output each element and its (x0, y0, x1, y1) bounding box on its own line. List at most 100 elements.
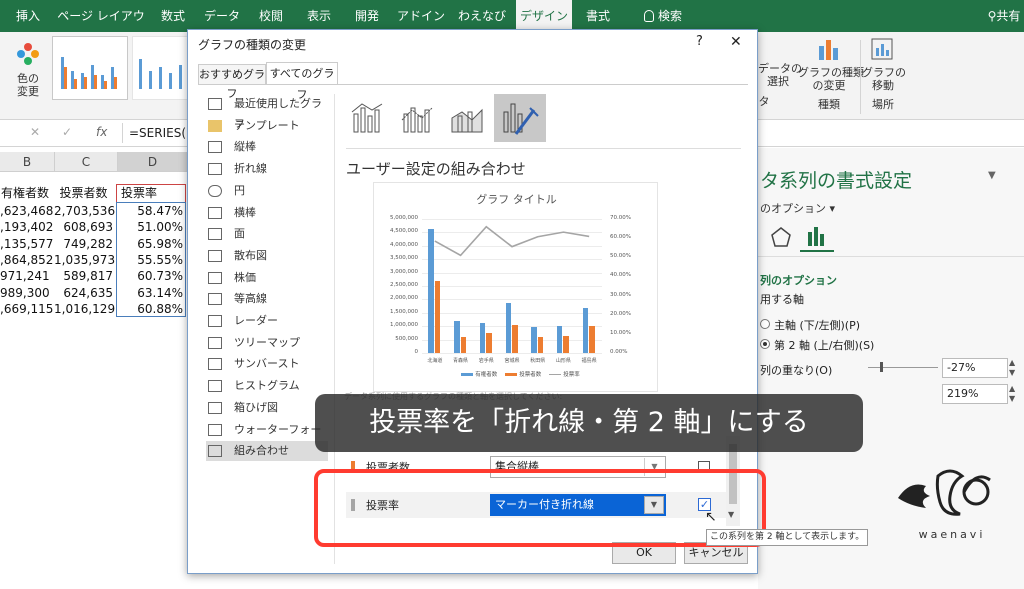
tab-waenavi[interactable]: わえなび (454, 0, 510, 32)
combo-subtype-1-icon[interactable] (348, 100, 388, 136)
pane-menu-chevron-icon[interactable]: ▼ (988, 170, 996, 181)
header-cell[interactable]: 投票者数 (54, 185, 116, 202)
sidebar-item-treemap[interactable]: ツリーマップ (206, 333, 328, 353)
table-cell[interactable]: ,623,468 (0, 203, 53, 220)
sidebar-item-column-chart[interactable]: 縦棒 (206, 137, 328, 157)
scatter-chart-icon (208, 249, 222, 262)
table-cell[interactable]: 589,817 (54, 268, 116, 285)
gap-spinner[interactable]: ▲ ▼ (1009, 384, 1015, 404)
sidebar-item-folder[interactable]: テンプレート (206, 116, 328, 136)
chart-style-thumb-1[interactable] (52, 36, 128, 100)
enter-icon[interactable]: ✓ (62, 125, 72, 139)
chart-style-thumb-2[interactable] (132, 36, 188, 100)
tab-developer[interactable]: 開発 (346, 0, 388, 32)
sidebar-item-undo[interactable]: 最近使用したグラフ (206, 94, 328, 130)
gap-width-input[interactable]: 219% (942, 384, 1008, 404)
sidebar-item-histogram[interactable]: ヒストグラム (206, 376, 328, 396)
tab-underline (198, 84, 748, 85)
share-button[interactable]: ⚲共有 (984, 0, 1024, 32)
header-cell[interactable]: 投票率 (118, 185, 186, 202)
help-button[interactable]: ? (696, 34, 703, 49)
primary-axis-label[interactable]: 主軸 (下/左側)(P) (774, 317, 860, 333)
sidebar-item-line-chart[interactable]: 折れ線 (206, 159, 328, 179)
bar-chart-icon[interactable] (806, 224, 828, 248)
table-cell[interactable]: ,193,402 (0, 219, 53, 236)
table-cell[interactable]: 2,703,536 (54, 203, 116, 220)
series-options-dropdown[interactable]: のオプション ▾ (760, 200, 835, 216)
table-cell[interactable]: ,864,852 (0, 252, 53, 269)
table-cell[interactable]: 51.00% (118, 219, 186, 236)
combo-subtype-2-icon[interactable] (398, 100, 438, 136)
move-chart-button[interactable]: グラフの 移動 (862, 34, 906, 98)
table-cell[interactable]: ,669,115 (0, 301, 53, 318)
sidebar-item-surface-chart[interactable]: 等高線 (206, 289, 328, 309)
overlap-slider[interactable] (868, 367, 938, 368)
table-cell[interactable]: 55.55% (118, 252, 186, 269)
sidebar-item-label: レーダー (234, 314, 278, 327)
tab-data[interactable]: データ (200, 0, 244, 32)
table-cell[interactable]: 989,300 (0, 285, 52, 302)
tab-page-layout[interactable]: ページ レイアウト (56, 0, 146, 55)
primary-axis-radio[interactable] (760, 319, 770, 329)
secondary-axis-radio[interactable] (760, 339, 770, 349)
header-cell[interactable]: 有権者数 (0, 185, 52, 202)
column-header-b[interactable]: B (0, 152, 55, 172)
tab-view[interactable]: 表示 (298, 0, 340, 32)
sidebar-item-area-chart[interactable]: 面 (206, 224, 328, 244)
table-cell[interactable]: 58.47% (118, 203, 186, 220)
sidebar-item-label: 縦棒 (234, 140, 256, 154)
sidebar-item-radar-chart[interactable]: レーダー (206, 311, 328, 331)
overlap-input[interactable]: -27% (942, 358, 1008, 378)
share-label: 共有 (996, 9, 1021, 23)
table-cell[interactable]: 65.98% (118, 236, 186, 253)
tab-formulas[interactable]: 数式 (152, 0, 194, 32)
table-cell[interactable]: 1,016,129 (54, 301, 116, 318)
table-cell[interactable]: 971,241 (0, 268, 52, 285)
series-line (434, 225, 590, 257)
overlap-spinner[interactable]: ▲ ▼ (1009, 358, 1015, 378)
folder-icon (208, 119, 222, 132)
change-colors-button[interactable]: 色の 変更 (6, 38, 50, 102)
fx-icon[interactable]: fx (96, 125, 107, 139)
tab-addins[interactable]: アドイン (394, 0, 448, 32)
tab-insert[interactable]: 挿入 (8, 0, 48, 32)
column-header-d[interactable]: D (118, 152, 188, 172)
table-cell[interactable]: 1,035,973 (54, 252, 116, 269)
table-cell[interactable]: 749,282 (54, 236, 116, 253)
tab-format[interactable]: 書式 (578, 0, 618, 32)
surface-chart-icon (208, 293, 222, 306)
tab-design[interactable]: デザイン (516, 0, 572, 32)
sidebar-item-combo-chart[interactable]: 組み合わせ (206, 441, 328, 462)
change-colors-label: 色の 変更 (17, 72, 39, 98)
change-chart-type-button[interactable]: グラフの種類 の変更 (798, 34, 864, 98)
pentagon-icon[interactable] (770, 226, 792, 248)
sidebar-item-pie-chart[interactable]: 円 (206, 181, 328, 201)
close-icon[interactable]: ✕ (730, 34, 742, 50)
secondary-axis-label[interactable]: 第 2 軸 (上/右側)(S) (774, 337, 874, 353)
select-data-label[interactable]: データの 選択 (758, 62, 802, 88)
tell-me-search[interactable]: 検索 (628, 0, 698, 32)
combo-subtype-3-icon[interactable] (448, 100, 488, 136)
overlap-slider-thumb[interactable] (880, 362, 883, 372)
sidebar-item-bar-chart[interactable]: 横棒 (206, 203, 328, 223)
sidebar-item-sunburst[interactable]: サンバースト (206, 354, 328, 374)
custom-combo-button[interactable] (494, 94, 546, 142)
cancel-icon[interactable]: ✕ (30, 125, 40, 139)
sidebar-item-label: 円 (234, 183, 245, 197)
table-cell[interactable]: 624,635 (54, 285, 116, 302)
column-header-c[interactable]: C (55, 152, 118, 172)
table-cell[interactable]: 60.73% (118, 268, 186, 285)
formula-input[interactable]: =SERIES( (122, 123, 188, 143)
sidebar-item-waterfall[interactable]: ウォーターフォール (206, 420, 328, 456)
table-cell[interactable]: ,135,577 (0, 236, 53, 253)
tab-review[interactable]: 校閲 (250, 0, 292, 32)
sidebar-item-stock-chart[interactable]: 株価 (206, 268, 328, 288)
table-cell[interactable]: 60.88% (118, 301, 186, 318)
table-cell[interactable]: 608,693 (54, 219, 116, 236)
sidebar-item-box-whisker[interactable]: 箱ひげ図 (206, 398, 328, 418)
table-cell[interactable]: 63.14% (118, 285, 186, 302)
tab-all-charts[interactable]: すべてのグラフ (266, 62, 338, 101)
tab-recommended-charts[interactable]: おすすめグラフ (198, 64, 266, 100)
sidebar-item-scatter-chart[interactable]: 散布図 (206, 246, 328, 266)
chart-style-preview (61, 57, 117, 89)
